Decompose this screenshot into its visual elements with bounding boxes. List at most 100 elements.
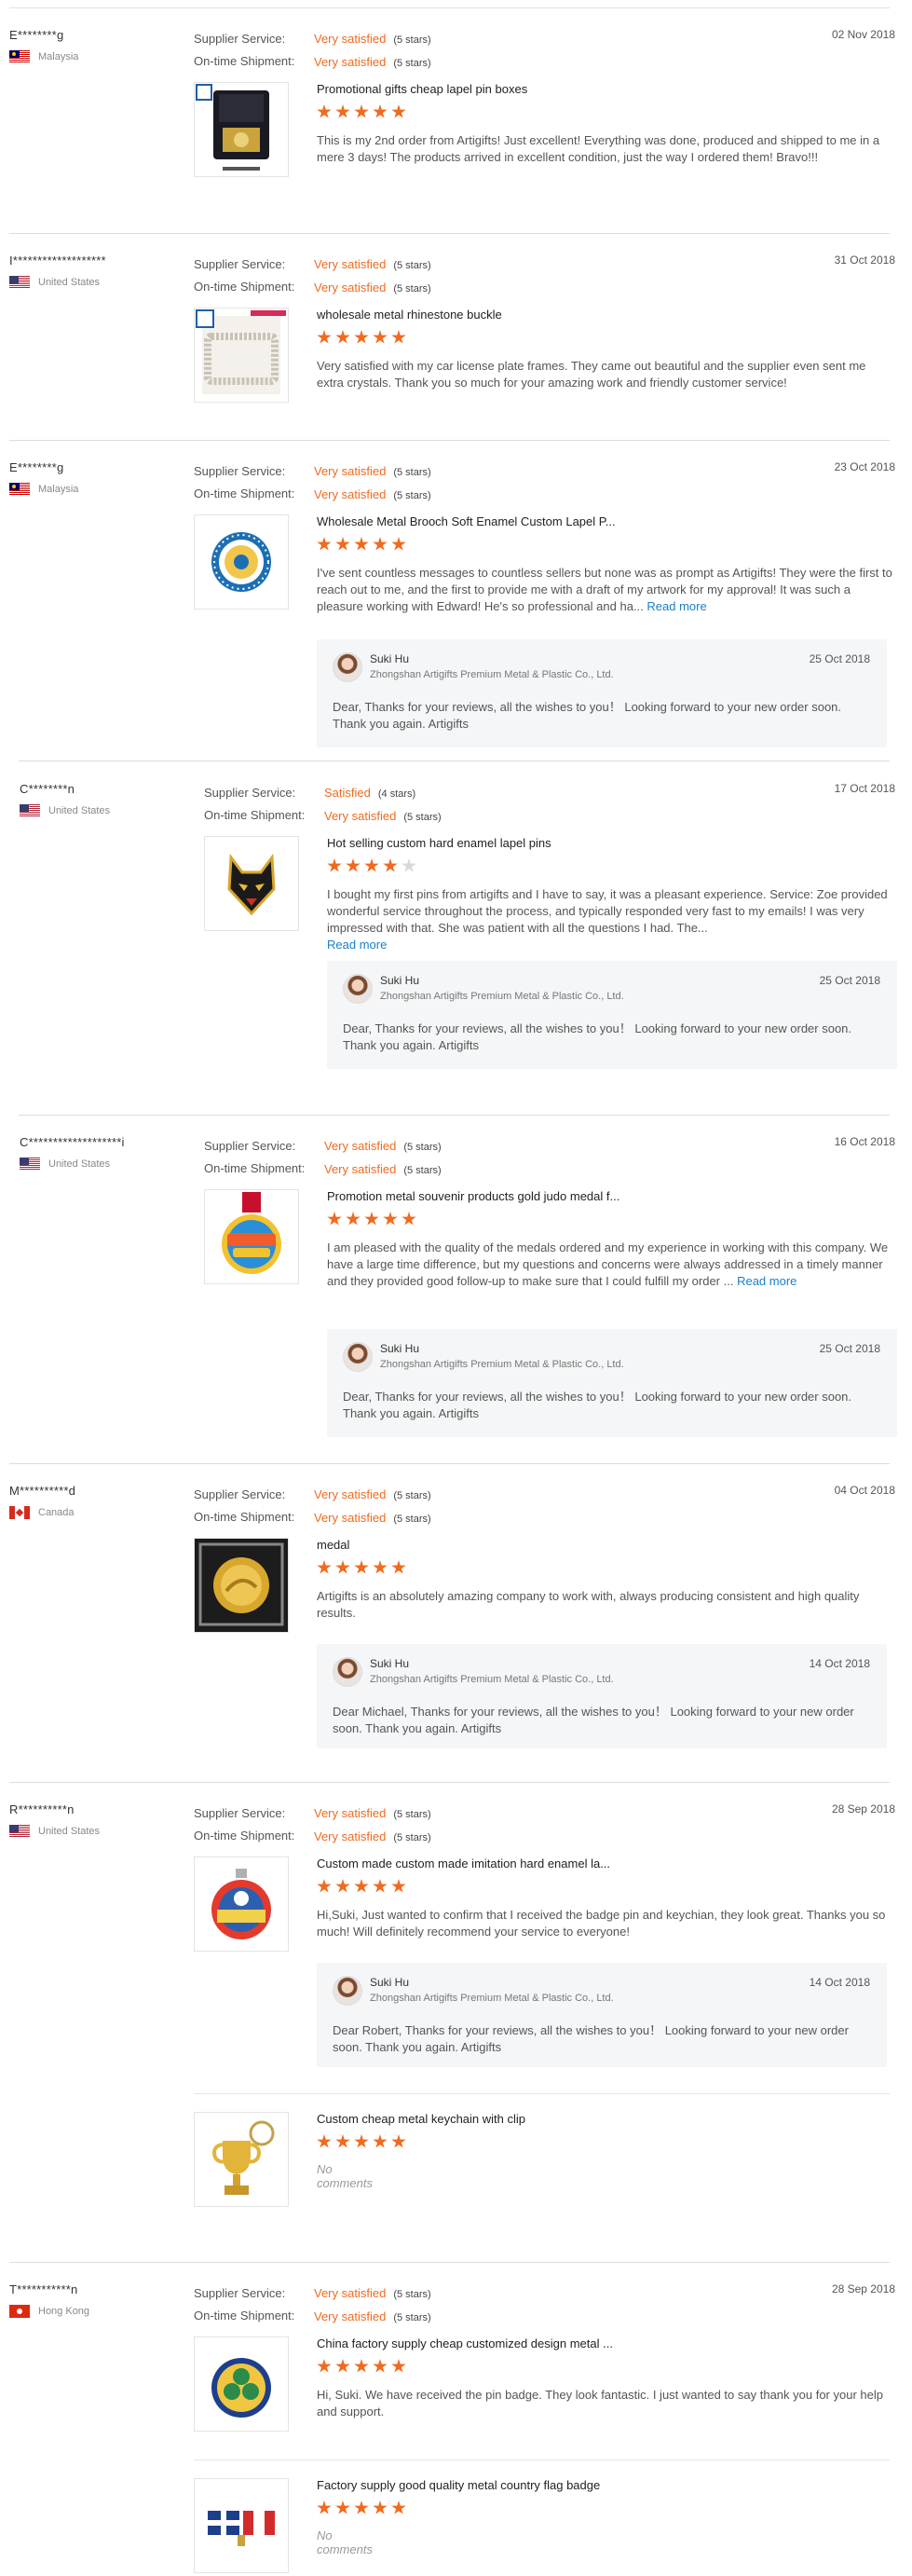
ontime-shipment-label: On-time Shipment: [194,1829,295,1843]
service-stars: (5 stars) [393,2289,431,2300]
buyer-country: United States [20,1158,110,1171]
read-more-link[interactable]: Read more [737,1274,796,1288]
product-title[interactable]: Factory supply good quality metal countr… [317,2478,600,2492]
product-divider [194,2093,890,2094]
star-icon [317,537,332,551]
star-icon [335,2134,350,2148]
product-title[interactable]: medal [317,1538,349,1552]
star-icon [391,2501,406,2514]
star-icon [317,2501,332,2514]
product-title[interactable]: Custom made custom made imitation hard e… [317,1857,610,1870]
enamel-brooch-image[interactable] [194,514,289,610]
buyer-name: R**********n [9,1802,75,1816]
read-more-link[interactable]: Read more [647,599,706,613]
reply-company: Zhongshan Artigifts Premium Metal & Plas… [370,669,614,680]
review-divider [9,1782,890,1783]
buyer-name: E********g [9,460,64,474]
product-title[interactable]: Custom cheap metal keychain with clip [317,2112,525,2126]
review-date: 17 Oct 2018 [834,782,895,795]
clover-pin-image[interactable] [194,2336,289,2432]
reply-text: Dear Robert, Thanks for your reviews, al… [333,2023,849,2054]
star-icon [354,330,369,344]
star-icon [317,330,332,344]
star-icon [317,1560,332,1574]
ontime-shipment-label: On-time Shipment: [194,2309,295,2323]
product-title[interactable]: Hot selling custom hard enamel lapel pin… [327,836,551,850]
review-divider [9,233,890,234]
review-date: 04 Oct 2018 [834,1484,895,1497]
service-rating: Very satisfied [314,464,387,478]
product-rating-stars [317,1560,410,1575]
star-icon [317,2359,332,2373]
star-icon [354,1560,369,1574]
product-title[interactable]: China factory supply cheap customized de… [317,2336,613,2350]
star-icon [391,1879,406,1893]
trophy-keychain-image[interactable] [194,2112,289,2207]
star-icon [335,104,350,118]
reply-date: 14 Oct 2018 [809,1976,870,1989]
shipment-stars: (5 stars) [393,2312,431,2323]
shipment-rating: Very satisfied [324,1162,397,1176]
service-stars: (5 stars) [393,1809,431,1820]
usa-flag-icon [20,804,40,817]
review-date: 31 Oct 2018 [834,253,895,267]
star-icon [335,2359,350,2373]
product-title[interactable]: Wholesale Metal Brooch Soft Enamel Custo… [317,514,616,528]
buyer-country: United States [9,276,100,289]
rating-values: Very satisfied (5 stars) Very satisfied (5… [314,460,431,507]
product-title[interactable]: wholesale metal rhinestone buckle [317,308,502,322]
rhinestone-buckle-image[interactable] [194,308,289,403]
star-icon [373,537,388,551]
avatar [333,1657,362,1687]
star-icon [354,2501,369,2514]
dot-master-pin-image[interactable] [194,1857,289,1952]
shipment-stars: (5 stars) [393,1514,431,1525]
pin-box-image[interactable] [194,82,289,177]
reply-text: Dear, Thanks for your reviews, all the w… [343,1390,852,1420]
star-icon [373,2501,388,2514]
star-icon [335,537,350,551]
review-divider [9,440,890,441]
buyer-country: Malaysia [9,483,78,496]
product-rating-stars [317,1879,410,1894]
buyer-country: United States [9,1825,100,1838]
review-text: I bought my first pins from artigifts an… [327,886,905,953]
product-title[interactable]: Promotion metal souvenir products gold j… [327,1189,619,1203]
rating-labels: Supplier Service: On-time Shipment: [194,2282,294,2327]
star-icon [364,858,379,872]
rating-values: Very satisfied (5 stars) Very satisfied (5… [314,28,431,75]
review-date: 28 Sep 2018 [831,2282,895,2295]
buyer-name: T***********n [9,2282,78,2296]
fox-pin-image[interactable] [204,836,299,931]
reply-date: 25 Oct 2018 [809,652,870,665]
seller-reply: Suki Hu Zhongshan Artigifts Premium Meta… [317,1644,887,1748]
buyer-country: Malaysia [9,50,78,63]
service-rating: Satisfied [324,786,371,800]
usa-flag-icon [20,1158,40,1171]
star-icon [373,1879,388,1893]
product-rating-stars [327,1212,420,1226]
shipment-rating: Very satisfied [314,487,387,501]
shipment-stars: (5 stars) [403,812,442,823]
buyer-name: C********n [20,782,75,796]
star-icon [346,858,361,872]
review-text: This is my 2nd order from Artigifts! Jus… [317,133,880,164]
service-rating: Very satisfied [324,1139,397,1153]
rating-labels: Supplier Service: On-time Shipment: [204,1135,305,1180]
star-icon [335,1879,350,1893]
flag-badge-image[interactable] [194,2478,289,2573]
review-divider [9,1463,890,1464]
top-divider [9,7,890,8]
star-icon [346,1212,361,1226]
shipment-rating: Very satisfied [314,1511,387,1525]
read-more-link[interactable]: Read more [327,938,387,952]
star-icon [335,1560,350,1574]
gold-medal-image[interactable] [194,1538,289,1633]
review-text-body: I bought my first pins from artigifts an… [327,887,888,935]
rating-labels: Supplier Service: On-time Shipment: [194,1802,294,1847]
product-title[interactable]: Promotional gifts cheap lapel pin boxes [317,82,527,96]
judo-medal-image[interactable] [204,1189,299,1284]
ontime-shipment-label: On-time Shipment: [194,54,295,68]
star-empty-icon [402,858,416,872]
star-icon [402,1212,416,1226]
